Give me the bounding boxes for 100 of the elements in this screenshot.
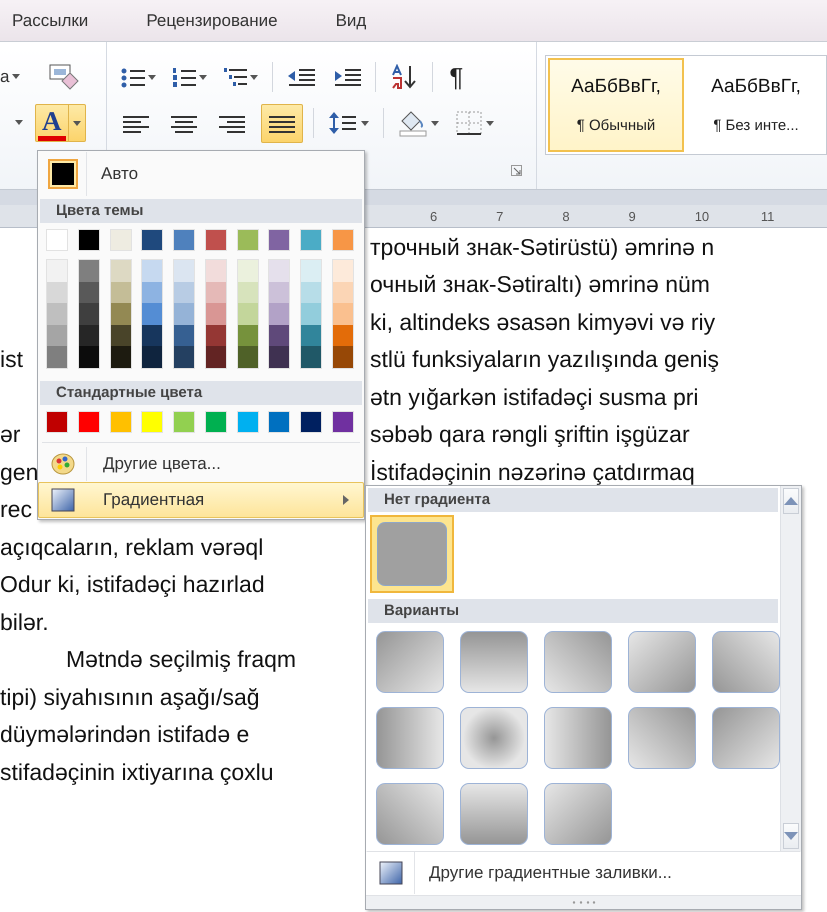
color-swatch[interactable]	[238, 324, 258, 346]
ribbon-tab[interactable]: Рассылки	[12, 8, 102, 34]
color-swatch[interactable]	[204, 410, 227, 432]
color-swatch[interactable]	[332, 229, 354, 251]
color-swatch[interactable]	[269, 346, 290, 368]
color-swatch[interactable]	[332, 260, 353, 282]
dialog-launcher-icon[interactable]	[511, 165, 522, 176]
gradient-tile[interactable]	[712, 707, 780, 769]
color-swatch[interactable]	[300, 410, 322, 432]
gradient-tile[interactable]	[544, 707, 612, 769]
gradient-tile[interactable]	[460, 707, 528, 769]
menu-item[interactable]: Другие цвета...	[38, 446, 364, 482]
color-swatch[interactable]	[47, 346, 67, 368]
color-swatch[interactable]	[142, 303, 162, 324]
gradient-tile[interactable]	[376, 707, 444, 769]
color-swatch[interactable]	[206, 324, 226, 346]
color-swatch[interactable]	[301, 260, 322, 282]
color-swatch[interactable]	[174, 282, 194, 303]
color-swatch[interactable]	[141, 410, 164, 432]
color-swatch[interactable]	[47, 324, 67, 346]
color-swatch[interactable]	[332, 303, 353, 324]
gradient-tile[interactable]	[628, 631, 696, 693]
font-color-button[interactable]: A	[35, 104, 86, 142]
color-swatch[interactable]	[174, 260, 194, 282]
color-swatch[interactable]	[238, 303, 258, 324]
color-swatch[interactable]	[173, 229, 196, 251]
color-swatch[interactable]	[206, 260, 226, 282]
font-name-field[interactable]: а	[0, 64, 10, 90]
color-swatch[interactable]	[173, 410, 196, 432]
color-swatch[interactable]	[142, 346, 162, 368]
color-swatch[interactable]	[141, 229, 164, 251]
color-swatch[interactable]	[236, 229, 259, 251]
color-swatch[interactable]	[269, 260, 290, 282]
color-swatch[interactable]	[238, 346, 258, 368]
color-swatch[interactable]	[78, 229, 100, 251]
color-swatch[interactable]	[332, 282, 353, 303]
color-swatch[interactable]	[78, 282, 99, 303]
gradient-tile[interactable]	[376, 783, 444, 845]
color-swatch[interactable]	[269, 282, 290, 303]
no-gradient-tile[interactable]	[370, 515, 454, 593]
color-swatch[interactable]	[300, 229, 322, 251]
color-swatch[interactable]	[238, 282, 258, 303]
menu-item[interactable]: Градиентная	[38, 482, 364, 518]
color-swatch[interactable]	[301, 303, 322, 324]
color-swatch[interactable]	[332, 324, 353, 346]
color-swatch[interactable]	[174, 303, 194, 324]
color-swatch[interactable]	[110, 324, 131, 346]
color-swatch[interactable]	[78, 260, 99, 282]
color-swatch[interactable]	[142, 260, 162, 282]
color-swatch[interactable]	[301, 346, 322, 368]
color-swatch[interactable]	[332, 346, 353, 368]
gradient-tile[interactable]	[544, 783, 612, 845]
color-swatch[interactable]	[269, 324, 290, 346]
scroll-up-button[interactable]	[783, 488, 799, 514]
color-swatch[interactable]	[110, 282, 131, 303]
color-swatch[interactable]	[47, 303, 67, 324]
color-swatch[interactable]	[332, 410, 354, 432]
gradient-tile[interactable]	[628, 707, 696, 769]
color-swatch[interactable]	[47, 260, 67, 282]
style-tile[interactable]: АаБбВвГг, ¶ Обычный	[548, 58, 684, 152]
gradient-tile[interactable]	[544, 631, 612, 693]
color-swatch[interactable]	[206, 346, 226, 368]
color-swatch[interactable]	[142, 324, 162, 346]
color-swatch[interactable]	[238, 260, 258, 282]
color-swatch[interactable]	[110, 303, 131, 324]
color-swatch[interactable]	[78, 324, 99, 346]
color-swatch[interactable]	[78, 410, 100, 432]
style-tile[interactable]: АаБбВвГг, ¶ Без инте...	[688, 58, 824, 152]
color-swatch[interactable]	[110, 229, 132, 251]
color-swatch[interactable]	[47, 282, 67, 303]
color-swatch[interactable]	[301, 324, 322, 346]
ribbon-tab[interactable]: Рецензирование	[146, 8, 292, 34]
scroll-down-button[interactable]	[783, 823, 799, 850]
color-swatch[interactable]	[78, 303, 99, 324]
color-swatch[interactable]	[204, 229, 227, 251]
color-swatch[interactable]	[46, 410, 68, 432]
color-swatch[interactable]	[174, 324, 194, 346]
color-swatch[interactable]	[206, 282, 226, 303]
color-swatch[interactable]	[206, 303, 226, 324]
color-swatch[interactable]	[268, 410, 290, 432]
color-swatch[interactable]	[236, 410, 259, 432]
gradient-tile[interactable]	[376, 631, 444, 693]
color-swatch[interactable]	[174, 346, 194, 368]
color-swatch[interactable]	[301, 282, 322, 303]
color-swatch[interactable]	[46, 229, 68, 251]
auto-color-item[interactable]: Авто	[38, 151, 364, 197]
gradient-tile[interactable]	[712, 631, 780, 693]
scrollbar[interactable]	[780, 486, 801, 852]
gradient-tile[interactable]	[460, 783, 528, 845]
gradient-tile[interactable]	[460, 631, 528, 693]
align-button[interactable]	[261, 104, 304, 142]
color-swatch[interactable]	[78, 346, 99, 368]
color-swatch[interactable]	[110, 346, 131, 368]
color-swatch[interactable]	[110, 260, 131, 282]
color-swatch[interactable]	[110, 410, 132, 432]
show-formatting-button[interactable]: ¶	[443, 58, 470, 96]
color-swatch[interactable]	[269, 303, 290, 324]
ribbon-tab[interactable]: Вид	[336, 8, 380, 34]
color-swatch[interactable]	[142, 282, 162, 303]
color-swatch[interactable]	[268, 229, 290, 251]
